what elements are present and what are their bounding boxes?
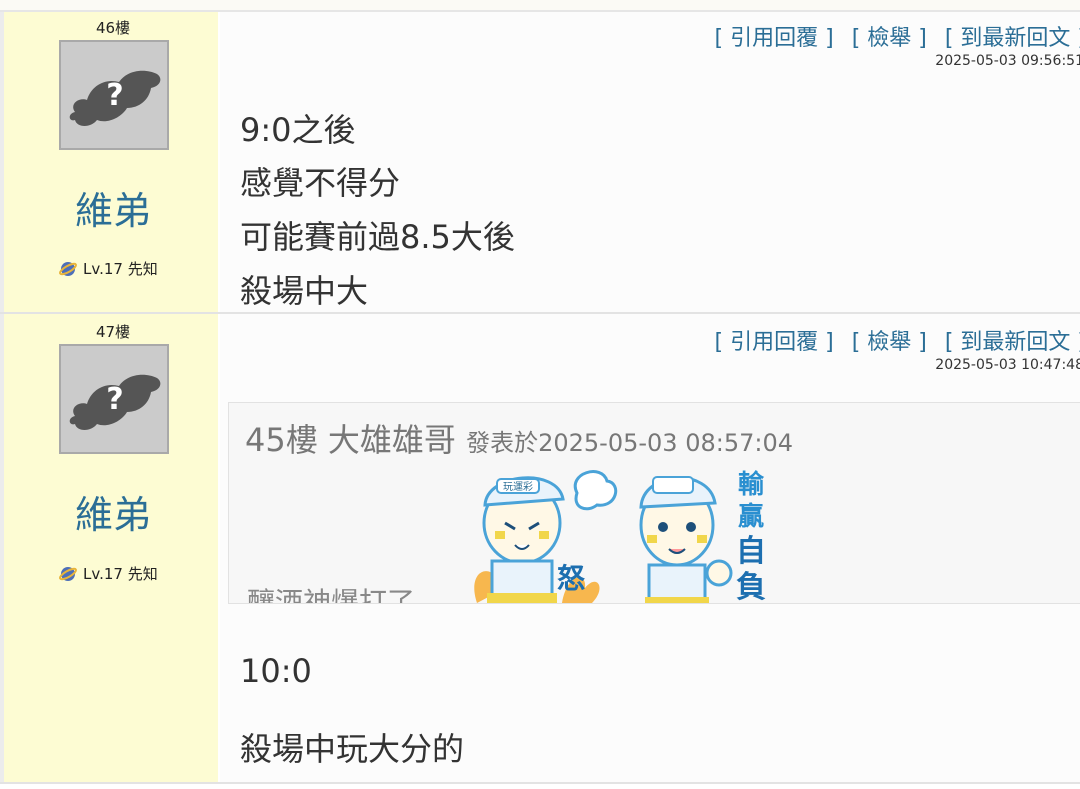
quote-author: 大雄雄哥 xyxy=(327,421,456,459)
user-level: Lv.17 先知 xyxy=(59,258,158,279)
sticker-badge: 玩運彩 xyxy=(503,481,533,493)
sticker-text: 贏 xyxy=(738,501,764,532)
post-content: [ 引用回覆 ] [ 檢舉 ] [ 到最新回文 ] 2025-05-03 10:47… xyxy=(220,314,1080,782)
angry-sticker: 玩運彩 怒 xyxy=(474,470,618,603)
quote-floor: 45樓 xyxy=(245,421,318,459)
previous-post-edge xyxy=(0,0,1080,12)
floor-number: 47樓 xyxy=(95,323,131,341)
planet-icon xyxy=(59,566,77,581)
sticker-text: 怒 xyxy=(557,562,585,595)
post-content: [ 引用回覆 ] [ 檢舉 ] [ 到最新回文 ] 2025-05-03 09:56… xyxy=(220,12,1080,312)
quote-text-truncated: 釀酒神爆打了 xyxy=(247,586,416,604)
post-text-line: 感覺不得分 xyxy=(240,164,401,202)
post-text-line: 殺場中玩大分的 xyxy=(240,730,465,768)
win-lose-sticker: 輸 贏 自 負 xyxy=(639,469,766,604)
floor-number: 46樓 xyxy=(95,19,131,37)
username-link[interactable]: 維弟 xyxy=(4,484,222,539)
avatar[interactable]: ? xyxy=(59,40,169,150)
post-divider xyxy=(0,782,1080,784)
author-panel: 46樓 ? 維弟 Lv.17 先知 xyxy=(0,12,218,312)
sticker-text: 輸 xyxy=(738,469,765,500)
svg-text:?: ? xyxy=(106,382,123,417)
user-level-label: Lv.17 先知 xyxy=(83,565,158,583)
quoted-post[interactable]: 45樓 大雄雄哥 發表於2025-05-03 08:57:04 釀酒神爆打了 玩… xyxy=(228,402,1080,604)
author-panel: 47樓 ? 維弟 Lv.17 先知 xyxy=(0,314,218,782)
post-text-line: 9:0之後 xyxy=(240,111,356,149)
planet-icon xyxy=(59,261,77,276)
user-level-label: Lv.17 先知 xyxy=(83,260,158,278)
unknown-user-icon: ? xyxy=(69,374,161,430)
post-47: 47樓 ? 維弟 Lv.17 先知 [ 引用回覆 ] [ 檢舉 ] [ 到最新回文 … xyxy=(0,314,1080,782)
post-timestamp: 2025-05-03 10:47:48 xyxy=(935,357,1080,373)
post-text-line: 殺場中大 xyxy=(240,272,369,310)
post-text-line: 可能賽前過8.5大後 xyxy=(240,218,515,256)
svg-text:?: ? xyxy=(106,78,123,113)
sticker-text: 負 xyxy=(736,570,766,604)
post-46: 46樓 ? 維弟 Lv.17 先知 [ 引用回覆 ] [ 檢舉 ] [ 到最新回文 … xyxy=(0,12,1080,312)
sticker-text: 自 xyxy=(736,534,766,569)
username-link[interactable]: 維弟 xyxy=(4,180,222,235)
report-link[interactable]: [ 檢舉 ] xyxy=(852,26,927,51)
sticker-images: 玩運彩 怒 輸 贏 自 負 xyxy=(474,469,766,604)
quote-reply-link[interactable]: [ 引用回覆 ] xyxy=(715,330,834,355)
user-level: Lv.17 先知 xyxy=(59,563,158,584)
quote-reply-link[interactable]: [ 引用回覆 ] xyxy=(715,26,834,51)
post-text-line: 10:0 xyxy=(240,652,312,690)
post-actions: [ 引用回覆 ] [ 檢舉 ] [ 到最新回文 ] xyxy=(697,324,1080,356)
unknown-user-icon: ? xyxy=(69,70,161,126)
latest-reply-link[interactable]: [ 到最新回文 ] xyxy=(945,330,1080,355)
post-actions: [ 引用回覆 ] [ 檢舉 ] [ 到最新回文 ] xyxy=(697,20,1080,52)
post-timestamp: 2025-05-03 09:56:51 xyxy=(935,53,1080,69)
report-link[interactable]: [ 檢舉 ] xyxy=(852,330,927,355)
avatar[interactable]: ? xyxy=(59,344,169,454)
latest-reply-link[interactable]: [ 到最新回文 ] xyxy=(945,26,1080,51)
